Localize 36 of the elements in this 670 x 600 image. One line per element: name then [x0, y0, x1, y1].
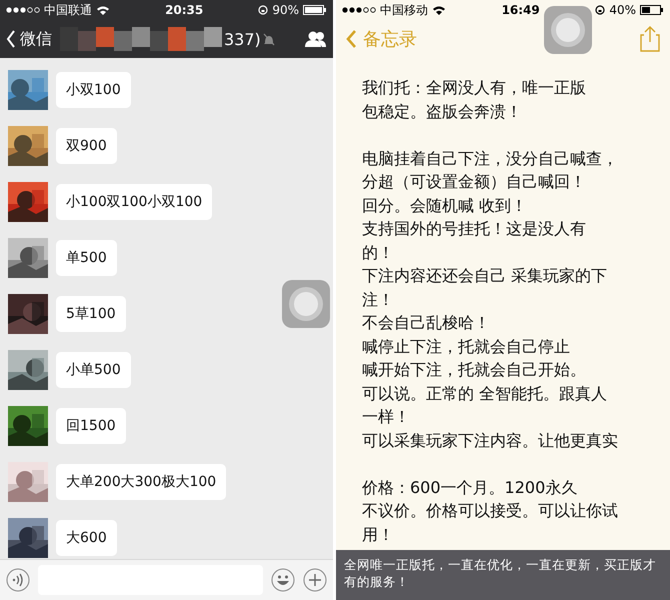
note-text-line: 的！	[362, 242, 395, 264]
message-bubble: 大600	[56, 520, 117, 556]
clock-time: 20:35	[165, 3, 204, 17]
note-text-line: 不议价。价格可以接受。可以让你试	[362, 500, 619, 522]
note-text-line: 电脑挂着自己下注，没分自己喊查，	[362, 148, 619, 170]
message-bubble: 小100双100小双100	[56, 184, 212, 220]
carrier-name: 中国移动	[380, 2, 428, 18]
note-text-line: 价格：600一个月。1200永久	[362, 476, 578, 498]
note-text-line: 用！	[362, 524, 395, 546]
note-text-line: 不会自己乱梭哈！	[362, 312, 491, 334]
note-text-line: 分超（可设置金额）自己喊回！	[362, 171, 587, 193]
back-button[interactable]: 微信	[6, 28, 52, 50]
message-bubble: 双900	[56, 128, 117, 164]
note-text-line: 支持国外的号挂托！这是没人有	[362, 218, 587, 240]
message-bubble: 小单500	[56, 352, 131, 388]
message-bubble: 回1500	[56, 408, 126, 444]
message-bubble: 小双100	[56, 72, 131, 108]
message-bubble: 单500	[56, 240, 117, 276]
note-text-line: 下注内容还还会自己 采集玩家的下	[362, 265, 608, 287]
note-text-line: 可以采集玩家下注内容。让他更真实	[362, 430, 619, 452]
message-bubble: 大单200大300极大100	[56, 464, 226, 500]
note-text-line: 一样！	[362, 406, 411, 428]
message-bubble: 5草100	[56, 296, 126, 332]
note-text-line: 回分。会随机喊 收到！	[362, 194, 528, 216]
caption-banner: 全网唯一正版托，一直在优化，一直在更新，买正版才有的服务！	[336, 550, 670, 600]
note-text-line: 包稳定。盗版会奔溃！	[362, 100, 523, 122]
carrier-name: 中国联通	[44, 2, 92, 18]
battery-percent: 90%	[272, 3, 299, 17]
chat-title: 337)	[224, 30, 261, 48]
note-text-line: 喊停止下注，托就会自己停止	[362, 336, 571, 358]
clock-time: 16:49	[502, 3, 540, 17]
note-text-line: 喊开始下注，托就会自己开始。	[362, 359, 587, 381]
note-text-line: 我们托：全网没人有，唯一正版	[362, 77, 587, 99]
note-text-line: 注！	[362, 288, 395, 310]
battery-percent: 40%	[609, 3, 636, 17]
note-text-line: 可以说。正常的 全智能托。跟真人	[362, 382, 608, 404]
